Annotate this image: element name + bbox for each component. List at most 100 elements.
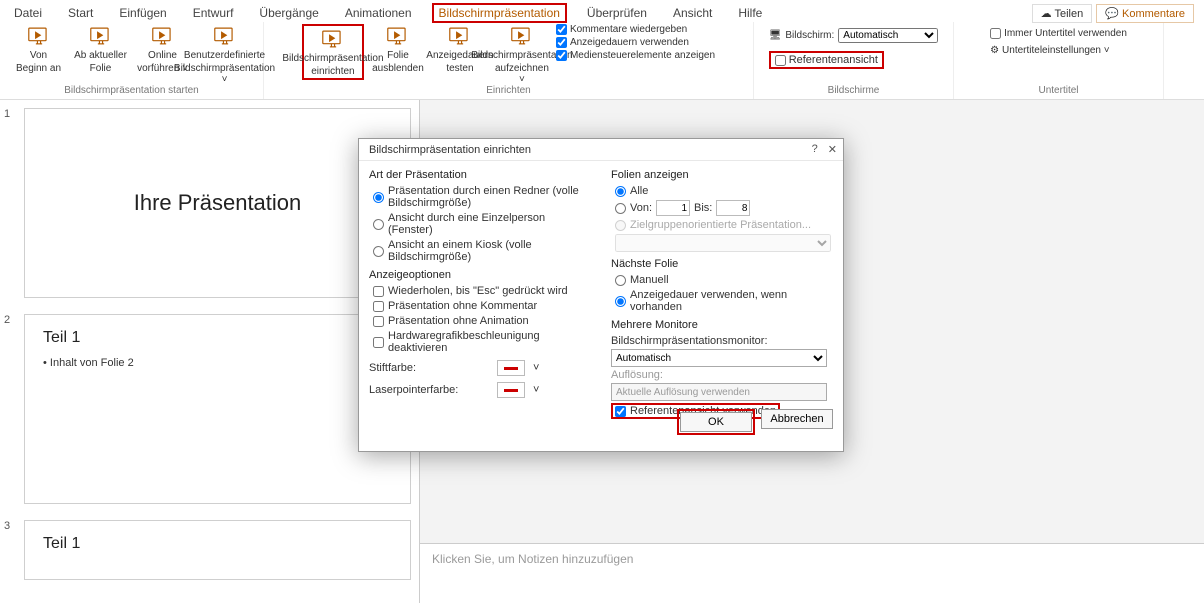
show-options-group: Anzeigeoptionen Wiederholen, bis "Esc" g…	[369, 269, 591, 354]
slides-all[interactable]: Alle	[615, 185, 833, 197]
slides-custom: Zielgruppenorientierte Präsentation...	[615, 219, 833, 231]
from-beginning-button[interactable]: VonBeginn an	[11, 24, 67, 74]
tab-bildschirmpräsentation[interactable]: Bildschirmpräsentation	[432, 3, 567, 23]
from-current-icon	[87, 24, 115, 48]
multiple-monitors-group: Mehrere Monitore Bildschirmpräsentations…	[611, 319, 833, 419]
group-label: Bildschirmpräsentation starten	[64, 85, 199, 97]
slide-number: 3	[4, 520, 16, 574]
setup-check-1[interactable]: Anzeigedauern verwenden	[556, 37, 689, 48]
setup-show-icon	[319, 27, 347, 51]
show-type-speaker[interactable]: Präsentation durch einen Redner (volle B…	[373, 185, 591, 209]
group-setup: BildschirmpräsentationeinrichtenFolieaus…	[264, 22, 754, 99]
slide-preview: Teil 1• Inhalt von Folie 2	[24, 314, 411, 504]
tab-ansicht[interactable]: Ansicht	[667, 4, 718, 22]
group-label: Untertitel	[1038, 85, 1078, 97]
screen-label: Bildschirm:	[785, 30, 834, 41]
pen-color-picker[interactable]	[497, 360, 525, 376]
group-subtitles: Immer Untertitel verwenden ⚙ Untertitele…	[954, 22, 1164, 99]
share-button[interactable]: ☁ Teilen	[1032, 4, 1093, 23]
loop-until-esc[interactable]: Wiederholen, bis "Esc" gedrückt wird	[373, 285, 591, 297]
slides-from[interactable]: Von:	[615, 202, 652, 214]
setup-show-dialog: Bildschirmpräsentation einrichten ? ✕ Ar…	[358, 138, 844, 452]
show-options-label: Anzeigeoptionen	[369, 269, 591, 281]
slide-preview: Ihre Präsentation	[24, 108, 411, 298]
thumbnail-3[interactable]: 3Teil 1	[0, 512, 419, 582]
hide-slide-button[interactable]: Folieausblenden	[370, 24, 426, 74]
monitor-select-label: Bildschirmpräsentationsmonitor:	[611, 335, 833, 347]
tab-datei[interactable]: Datei	[8, 4, 48, 22]
from-input[interactable]	[656, 200, 690, 216]
notes-pane[interactable]: Klicken Sie, um Notizen hinzuzufügen	[420, 543, 1204, 603]
subtitle-settings-label: Untertiteleinstellungen ˅	[1002, 45, 1110, 56]
setup-check-0[interactable]: Kommentare wiedergeben	[556, 24, 687, 35]
thumbnail-2[interactable]: 2Teil 1• Inhalt von Folie 2	[0, 306, 419, 512]
group-start-slideshow: VonBeginn anAb aktuellerFolieOnlinevorfü…	[0, 22, 264, 99]
notes-placeholder: Klicken Sie, um Notizen hinzuzufügen	[432, 552, 633, 566]
monitor-icon: 🖥	[769, 30, 782, 41]
tab-hilfe[interactable]: Hilfe	[732, 4, 768, 22]
show-type-kiosk[interactable]: Ansicht an einem Kiosk (volle Bildschirm…	[373, 239, 591, 263]
advance-manual[interactable]: Manuell	[615, 274, 833, 286]
custom-show-icon	[211, 24, 239, 48]
dialog-title: Bildschirmpräsentation einrichten	[369, 144, 531, 156]
custom-show-button[interactable]: BenutzerdefinierteBildschirmpräsentation…	[197, 24, 253, 85]
slide-thumbnails[interactable]: 1Ihre Präsentation2Teil 1• Inhalt von Fo…	[0, 100, 420, 603]
from-current-button[interactable]: Ab aktuellerFolie	[73, 24, 129, 74]
presenter-view-checkbox[interactable]	[775, 55, 786, 66]
without-animation[interactable]: Präsentation ohne Animation	[373, 315, 591, 327]
show-type-label: Art der Präsentation	[369, 169, 591, 181]
rehearse-button[interactable]: Anzeigedauerntesten	[432, 24, 488, 74]
cancel-button[interactable]: Abbrechen	[761, 409, 833, 429]
show-slides-label: Folien anzeigen	[611, 169, 833, 181]
laser-color-picker[interactable]	[497, 382, 525, 398]
group-monitors: 🖥 Bildschirm: Automatisch Referentenansi…	[754, 22, 954, 99]
custom-show-select	[615, 234, 831, 252]
slide-number: 1	[4, 108, 16, 298]
without-narration[interactable]: Präsentation ohne Kommentar	[373, 300, 591, 312]
tab-entwurf[interactable]: Entwurf	[187, 4, 240, 22]
monitor-select[interactable]: Automatisch	[611, 349, 827, 367]
advance-label: Nächste Folie	[611, 258, 833, 270]
laser-color-label: Laserpointerfarbe:	[369, 384, 489, 396]
dialog-close-button[interactable]: ✕	[828, 143, 837, 156]
ok-button[interactable]: OK	[680, 412, 752, 432]
group-label: Bildschirme	[828, 85, 880, 97]
from-beginning-icon	[25, 24, 53, 48]
tab-start[interactable]: Start	[62, 4, 99, 22]
record-button[interactable]: Bildschirmpräsentationaufzeichnen ˅	[494, 24, 550, 85]
always-subtitle-row[interactable]: Immer Untertitel verwenden	[990, 28, 1127, 39]
show-type-individual[interactable]: Ansicht durch eine Einzelperson (Fenster…	[373, 212, 591, 236]
always-subtitle-label: Immer Untertitel verwenden	[1004, 28, 1127, 39]
tab-animationen[interactable]: Animationen	[339, 4, 418, 22]
to-input[interactable]	[716, 200, 750, 216]
screen-select[interactable]: Automatisch	[838, 28, 938, 43]
to-label: Bis:	[694, 202, 712, 214]
disable-hw-accel[interactable]: Hardwaregrafikbeschleunigung deaktiviere…	[373, 330, 591, 354]
dialog-help-button[interactable]: ?	[812, 143, 818, 156]
tab-einfügen[interactable]: Einfügen	[113, 4, 172, 22]
share-label: Teilen	[1055, 8, 1084, 20]
subtitle-settings-button[interactable]: ⚙ Untertiteleinstellungen ˅	[990, 45, 1110, 56]
thumbnail-1[interactable]: 1Ihre Präsentation	[0, 100, 419, 306]
slide-preview: Teil 1	[24, 520, 411, 580]
tab-überprüfen[interactable]: Überprüfen	[581, 4, 653, 22]
monitors-label: Mehrere Monitore	[611, 319, 833, 331]
setup-check-2[interactable]: Mediensteuerelemente anzeigen	[556, 50, 715, 61]
always-subtitle-checkbox[interactable]	[990, 28, 1001, 39]
presenter-view-checkbox-wrapper: Referentenansicht	[769, 51, 884, 69]
record-icon	[508, 24, 536, 48]
presenter-view-label: Referentenansicht	[789, 54, 878, 66]
present-online-icon	[149, 24, 177, 48]
advance-slides-group: Nächste Folie Manuell Anzeigedauer verwe…	[611, 258, 833, 313]
setup-show-button[interactable]: Bildschirmpräsentationeinrichten	[305, 27, 361, 77]
resolution-select: Aktuelle Auflösung verwenden	[611, 383, 827, 401]
comments-button[interactable]: 💬 Kommentare	[1096, 4, 1194, 23]
tab-übergänge[interactable]: Übergänge	[253, 4, 324, 22]
advance-timings[interactable]: Anzeigedauer verwenden, wenn vorhanden	[615, 289, 833, 313]
show-type-group: Art der Präsentation Präsentation durch …	[369, 169, 591, 263]
resolution-label: Auflösung:	[611, 369, 833, 381]
slide-number: 2	[4, 314, 16, 504]
use-presenter-view-checkbox[interactable]	[615, 406, 626, 417]
group-label: Einrichten	[486, 85, 530, 97]
subtitle-icon: ⚙	[990, 45, 999, 56]
